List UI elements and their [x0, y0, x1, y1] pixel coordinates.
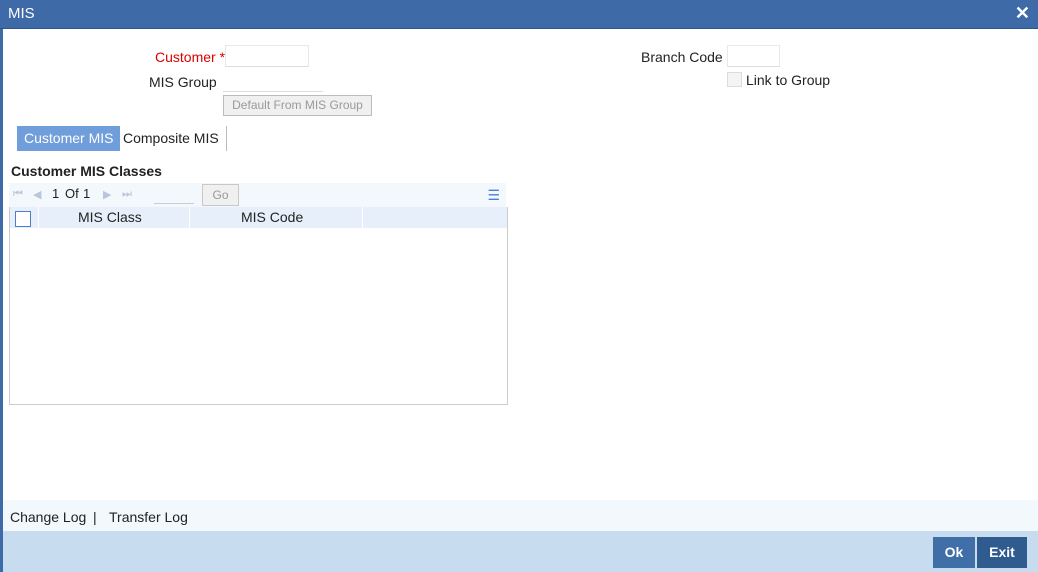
branch-code-label: Branch Code	[641, 49, 723, 65]
window-frame	[0, 29, 3, 572]
column-divider	[38, 207, 39, 228]
link-to-group-checkbox[interactable]	[727, 72, 742, 87]
window-title: MIS	[8, 5, 35, 22]
customer-input[interactable]	[225, 45, 309, 67]
column-divider	[362, 207, 363, 228]
list-view-icon[interactable]: ☰	[487, 187, 500, 204]
page-number-input[interactable]	[154, 186, 194, 204]
grid-header: MIS Class MIS Code	[10, 207, 507, 228]
select-all-checkbox[interactable]	[15, 211, 31, 227]
default-from-mis-group-button[interactable]: Default From MIS Group	[223, 95, 372, 116]
close-icon[interactable]: ✕	[1015, 3, 1030, 24]
transfer-log-link[interactable]: Transfer Log	[109, 509, 188, 525]
total-pages: 1	[83, 186, 91, 201]
branch-code-input[interactable]	[727, 45, 780, 67]
footer-links: Change Log | Transfer Log	[3, 500, 1038, 531]
title-bar: MIS ✕	[0, 0, 1038, 29]
mis-classes-grid: MIS Class MIS Code	[9, 207, 508, 405]
ok-button[interactable]: Ok	[933, 537, 975, 568]
tab-composite-mis[interactable]: Composite MIS	[116, 126, 227, 151]
column-divider	[189, 207, 190, 228]
first-page-icon[interactable]: ⏮	[13, 188, 23, 201]
pager: ⏮ ◀ 1 Of 1 ▶ ⏭ Go ☰	[9, 183, 506, 207]
column-mis-code[interactable]: MIS Code	[241, 209, 303, 225]
column-mis-class[interactable]: MIS Class	[78, 209, 142, 225]
mis-group-input[interactable]	[223, 71, 323, 92]
previous-page-icon[interactable]: ◀	[33, 188, 41, 201]
tab-customer-mis[interactable]: Customer MIS	[17, 126, 121, 151]
mis-group-label: MIS Group	[149, 74, 217, 90]
link-to-group-label: Link to Group	[746, 72, 831, 88]
footer-bar: Ok Exit	[3, 531, 1038, 572]
customer-label: Customer *	[155, 49, 226, 65]
last-page-icon[interactable]: ⏭	[122, 188, 132, 201]
section-title: Customer MIS Classes	[11, 163, 162, 179]
exit-button[interactable]: Exit	[977, 537, 1027, 568]
next-page-icon[interactable]: ▶	[103, 188, 111, 201]
footer-separator: |	[93, 509, 97, 525]
current-page: 1	[52, 186, 60, 201]
go-button[interactable]: Go	[202, 184, 239, 206]
of-label: Of	[65, 186, 79, 201]
change-log-link[interactable]: Change Log	[10, 509, 86, 525]
